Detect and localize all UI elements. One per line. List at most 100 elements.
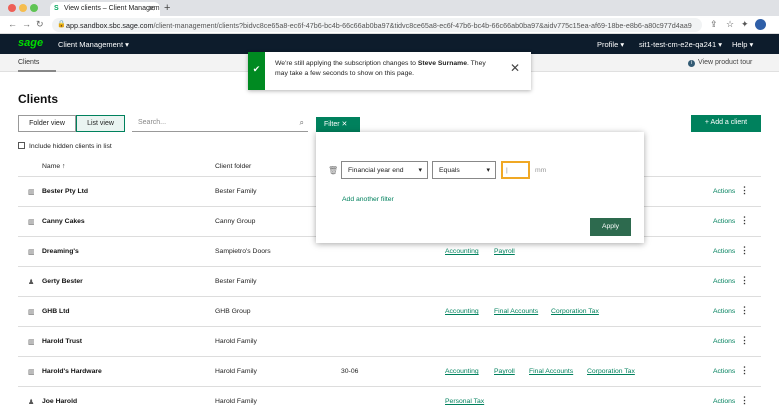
actions-link[interactable]: Actions: [713, 218, 735, 225]
building-icon: ▥: [28, 219, 35, 226]
help-menu[interactable]: Help ▾: [732, 40, 753, 49]
list-view-button[interactable]: List view: [76, 115, 125, 132]
more-vertical-icon[interactable]: ⋮: [740, 215, 749, 226]
actions-link[interactable]: Actions: [713, 338, 735, 345]
reload-icon[interactable]: ↻: [36, 19, 44, 30]
client-name[interactable]: Harold Trust: [42, 338, 82, 345]
url-path: /client-management/clients?bidvc8ce65a8-…: [153, 21, 692, 30]
toast-client-name: Steve Surname: [417, 60, 467, 67]
actions-link[interactable]: Actions: [713, 248, 735, 255]
service-link[interactable]: Payroll: [494, 368, 515, 375]
include-hidden-label: Include hidden clients in list: [29, 143, 112, 150]
table-row[interactable]: ♟ Joe Harold Harold Family Personal Tax …: [18, 386, 761, 416]
client-name[interactable]: Harold's Hardware: [42, 368, 102, 375]
more-vertical-icon[interactable]: ⋮: [740, 305, 749, 316]
back-icon[interactable]: ←: [8, 19, 17, 29]
profile-avatar[interactable]: [755, 19, 766, 30]
service-link[interactable]: Final Accounts: [529, 368, 573, 375]
maximize-window-icon[interactable]: [30, 4, 38, 12]
tab-clients[interactable]: Clients: [18, 54, 56, 72]
include-hidden-checkbox[interactable]: [18, 142, 25, 149]
close-window-icon[interactable]: [8, 4, 16, 12]
share-icon[interactable]: ⇪: [710, 19, 718, 30]
profile-menu[interactable]: Profile ▾: [597, 40, 624, 49]
table-row[interactable]: ♟ Gerty Bester Bester Family Actions ⋮: [18, 266, 761, 296]
add-client-button[interactable]: + Add a client: [691, 115, 761, 132]
client-name[interactable]: Gerty Bester: [42, 278, 83, 285]
browser-tabstrip: S View clients – Client Managem ✕ +: [0, 0, 779, 16]
search-icon[interactable]: ⌕: [300, 118, 304, 128]
notification-toast: ✔ We're still applying the subscription …: [248, 52, 531, 90]
client-folder: Harold Family: [215, 368, 257, 375]
more-vertical-icon[interactable]: ⋮: [740, 335, 749, 346]
tab-title: View clients – Client Managem: [64, 5, 160, 12]
client-management-menu[interactable]: Client Management ▾: [58, 40, 129, 49]
actions-link[interactable]: Actions: [713, 368, 735, 375]
new-tab-icon[interactable]: +: [164, 2, 170, 14]
person-icon: ♟: [28, 279, 35, 286]
filter-operator-select[interactable]: Equals ▾: [432, 161, 496, 179]
service-link[interactable]: Corporation Tax: [551, 308, 599, 315]
apply-button[interactable]: Apply: [590, 218, 631, 236]
more-vertical-icon[interactable]: ⋮: [740, 395, 749, 406]
address-bar[interactable]: 🔒 app.sandbox.sbc.sage.com/client-manage…: [52, 18, 702, 32]
building-icon: ▥: [28, 369, 35, 376]
actions-link[interactable]: Actions: [713, 188, 735, 195]
actions-link[interactable]: Actions: [713, 398, 735, 405]
filter-button[interactable]: Filter ✕: [316, 117, 360, 132]
service-link[interactable]: Payroll: [494, 248, 515, 255]
service-link[interactable]: Final Accounts: [494, 308, 538, 315]
more-vertical-icon[interactable]: ⋮: [740, 245, 749, 256]
table-row[interactable]: ▥ Harold Trust Harold Family Actions ⋮: [18, 326, 761, 356]
sage-logo[interactable]: sage: [18, 37, 43, 49]
product-tour-label: View product tour: [698, 59, 753, 66]
chevron-down-icon: ▾: [418, 167, 422, 174]
extensions-icon[interactable]: ✦: [741, 19, 749, 30]
service-link[interactable]: Personal Tax: [445, 398, 484, 405]
product-tour-link[interactable]: i View product tour: [688, 59, 752, 67]
include-hidden-row[interactable]: Include hidden clients in list: [18, 142, 112, 150]
client-name[interactable]: Bester Pty Ltd: [42, 188, 88, 195]
sage-favicon-icon: S: [54, 5, 59, 12]
check-icon: ✔: [248, 52, 265, 90]
client-folder: Harold Family: [215, 338, 257, 345]
column-header-client-folder[interactable]: Client folder: [215, 163, 251, 170]
service-link[interactable]: Accounting: [445, 368, 479, 375]
table-row[interactable]: ▥ GHB Ltd GHB Group Accounting Final Acc…: [18, 296, 761, 326]
client-folder: Bester Family: [215, 188, 257, 195]
year-end: 30-06: [341, 368, 359, 375]
close-icon[interactable]: ✕: [510, 62, 520, 74]
filter-panel: 🗑 Financial year end ▾ Equals ▾ | mm Add…: [316, 132, 644, 243]
building-icon: ▥: [28, 309, 35, 316]
tenant-menu[interactable]: sit1-test-cm-e2e-qa241 ▾: [639, 40, 722, 49]
more-vertical-icon[interactable]: ⋮: [740, 275, 749, 286]
more-vertical-icon[interactable]: ⋮: [740, 365, 749, 376]
minimize-window-icon[interactable]: [19, 4, 27, 12]
building-icon: ▥: [28, 249, 35, 256]
close-icon[interactable]: ✕: [148, 4, 155, 13]
column-header-name[interactable]: Name ↑: [42, 163, 65, 170]
folder-view-button[interactable]: Folder view: [18, 115, 76, 132]
service-link[interactable]: Accounting: [445, 308, 479, 315]
filter-value-input[interactable]: |: [501, 161, 530, 179]
browser-tab[interactable]: S View clients – Client Managem ✕: [50, 2, 160, 16]
service-link[interactable]: Accounting: [445, 248, 479, 255]
search-input[interactable]: Search... ⌕: [132, 115, 308, 132]
client-name[interactable]: Joe Harold: [42, 398, 77, 405]
address-row: ← → ↻ 🔒 app.sandbox.sbc.sage.com/client-…: [0, 16, 779, 34]
add-another-filter-link[interactable]: Add another filter: [342, 196, 394, 203]
client-name[interactable]: GHB Ltd: [42, 308, 70, 315]
actions-link[interactable]: Actions: [713, 308, 735, 315]
more-vertical-icon[interactable]: ⋮: [740, 185, 749, 196]
service-link[interactable]: Corporation Tax: [587, 368, 635, 375]
actions-link[interactable]: Actions: [713, 278, 735, 285]
forward-icon[interactable]: →: [22, 19, 31, 29]
table-row[interactable]: ▥ Harold's Hardware Harold Family 30-06 …: [18, 356, 761, 386]
trash-icon[interactable]: 🗑: [328, 166, 338, 175]
client-folder: Harold Family: [215, 398, 257, 405]
filter-field-select[interactable]: Financial year end ▾: [341, 161, 428, 179]
star-icon[interactable]: ☆: [726, 19, 734, 30]
building-icon: ▥: [28, 339, 35, 346]
client-name[interactable]: Dreaming's: [42, 248, 79, 255]
client-name[interactable]: Canny Cakes: [42, 218, 85, 225]
